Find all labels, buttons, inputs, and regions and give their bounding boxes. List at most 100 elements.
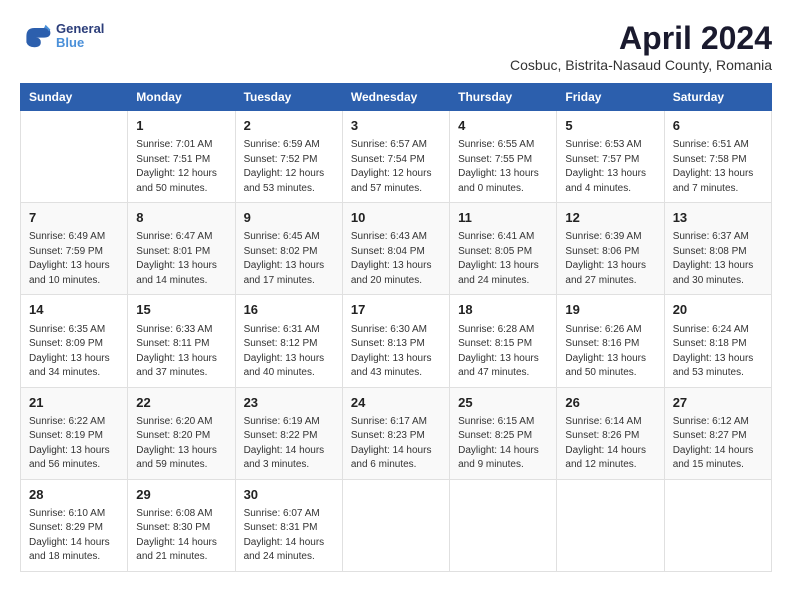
calendar-cell: 6 Sunrise: 6:51 AM Sunset: 7:58 PM Daylig… bbox=[664, 111, 771, 203]
calendar-cell: 26 Sunrise: 6:14 AM Sunset: 8:26 PM Dayli… bbox=[557, 387, 664, 479]
calendar-cell: 23Sunrise: 6:19 AM Sunset: 8:22 PM Dayli… bbox=[235, 387, 342, 479]
calendar-cell: 16 Sunrise: 6:31 AM Sunset: 8:12 PM Dayli… bbox=[235, 295, 342, 387]
day-number: 19 bbox=[565, 301, 655, 319]
day-info: Sunrise: 6:43 AM Sunset: 8:04 PM Dayligh… bbox=[351, 230, 441, 288]
day-number: 8 bbox=[136, 209, 226, 227]
day-info: Sunrise: 6:22 AM Sunset: 8:19 PM Dayligh… bbox=[29, 415, 119, 473]
column-header-friday: Friday bbox=[557, 84, 664, 111]
day-number: 6 bbox=[673, 117, 763, 135]
logo-line2: Blue bbox=[56, 36, 104, 50]
calendar-cell: 4 Sunrise: 6:55 AM Sunset: 7:55 PM Daylig… bbox=[450, 111, 557, 203]
day-number: 20 bbox=[673, 301, 763, 319]
day-number: 11 bbox=[458, 209, 548, 227]
column-header-monday: Monday bbox=[128, 84, 235, 111]
day-info: Sunrise: 6:41 AM Sunset: 8:05 PM Dayligh… bbox=[458, 230, 548, 288]
day-number: 22 bbox=[136, 394, 226, 412]
day-number: 5 bbox=[565, 117, 655, 135]
column-header-sunday: Sunday bbox=[21, 84, 128, 111]
day-info: Sunrise: 6:45 AM Sunset: 8:02 PM Dayligh… bbox=[244, 230, 334, 288]
day-number: 13 bbox=[673, 209, 763, 227]
calendar-cell: 27 Sunrise: 6:12 AM Sunset: 8:27 PM Dayli… bbox=[664, 387, 771, 479]
day-info: Sunrise: 7:01 AM Sunset: 7:51 PM Dayligh… bbox=[136, 138, 226, 196]
calendar-cell: 5 Sunrise: 6:53 AM Sunset: 7:57 PM Daylig… bbox=[557, 111, 664, 203]
logo: General Blue bbox=[20, 20, 104, 52]
calendar-table: SundayMondayTuesdayWednesdayThursdayFrid… bbox=[20, 83, 772, 572]
day-info: Sunrise: 6:53 AM Sunset: 7:57 PM Dayligh… bbox=[565, 138, 655, 196]
calendar-cell bbox=[664, 479, 771, 571]
day-number: 15 bbox=[136, 301, 226, 319]
column-header-tuesday: Tuesday bbox=[235, 84, 342, 111]
calendar-cell: 21 Sunrise: 6:22 AM Sunset: 8:19 PM Dayli… bbox=[21, 387, 128, 479]
day-info: Sunrise: 6:07 AM Sunset: 8:31 PM Dayligh… bbox=[244, 507, 334, 565]
calendar-week-row: 7 Sunrise: 6:49 AM Sunset: 7:59 PM Daylig… bbox=[21, 203, 772, 295]
day-info: Sunrise: 6:12 AM Sunset: 8:27 PM Dayligh… bbox=[673, 415, 763, 473]
day-number: 16 bbox=[244, 301, 334, 319]
day-info: Sunrise: 6:47 AM Sunset: 8:01 PM Dayligh… bbox=[136, 230, 226, 288]
day-number: 1 bbox=[136, 117, 226, 135]
logo-line1: General bbox=[56, 22, 104, 36]
calendar-week-row: 14Sunrise: 6:35 AM Sunset: 8:09 PM Dayli… bbox=[21, 295, 772, 387]
calendar-cell: 12Sunrise: 6:39 AM Sunset: 8:06 PM Dayli… bbox=[557, 203, 664, 295]
month-title: April 2024 bbox=[510, 20, 772, 57]
calendar-cell: 25Sunrise: 6:15 AM Sunset: 8:25 PM Dayli… bbox=[450, 387, 557, 479]
calendar-cell: 22 Sunrise: 6:20 AM Sunset: 8:20 PM Dayli… bbox=[128, 387, 235, 479]
day-info: Sunrise: 6:20 AM Sunset: 8:20 PM Dayligh… bbox=[136, 415, 226, 473]
day-number: 9 bbox=[244, 209, 334, 227]
calendar-cell: 8 Sunrise: 6:47 AM Sunset: 8:01 PM Daylig… bbox=[128, 203, 235, 295]
title-area: April 2024 Cosbuc, Bistrita-Nasaud Count… bbox=[510, 20, 772, 73]
calendar-cell: 13Sunrise: 6:37 AM Sunset: 8:08 PM Dayli… bbox=[664, 203, 771, 295]
calendar-cell bbox=[21, 111, 128, 203]
logo-text: General Blue bbox=[56, 22, 104, 51]
column-header-wednesday: Wednesday bbox=[342, 84, 449, 111]
calendar-cell: 30 Sunrise: 6:07 AM Sunset: 8:31 PM Dayli… bbox=[235, 479, 342, 571]
day-number: 26 bbox=[565, 394, 655, 412]
day-number: 12 bbox=[565, 209, 655, 227]
calendar-cell: 3Sunrise: 6:57 AM Sunset: 7:54 PM Daylig… bbox=[342, 111, 449, 203]
calendar-week-row: 1 Sunrise: 7:01 AM Sunset: 7:51 PM Daylig… bbox=[21, 111, 772, 203]
calendar-cell: 18 Sunrise: 6:28 AM Sunset: 8:15 PM Dayli… bbox=[450, 295, 557, 387]
day-info: Sunrise: 6:31 AM Sunset: 8:12 PM Dayligh… bbox=[244, 323, 334, 381]
day-info: Sunrise: 6:24 AM Sunset: 8:18 PM Dayligh… bbox=[673, 323, 763, 381]
calendar-cell: 20 Sunrise: 6:24 AM Sunset: 8:18 PM Dayli… bbox=[664, 295, 771, 387]
calendar-cell: 14Sunrise: 6:35 AM Sunset: 8:09 PM Dayli… bbox=[21, 295, 128, 387]
day-info: Sunrise: 6:51 AM Sunset: 7:58 PM Dayligh… bbox=[673, 138, 763, 196]
day-info: Sunrise: 6:28 AM Sunset: 8:15 PM Dayligh… bbox=[458, 323, 548, 381]
day-info: Sunrise: 6:15 AM Sunset: 8:25 PM Dayligh… bbox=[458, 415, 548, 473]
day-info: Sunrise: 6:10 AM Sunset: 8:29 PM Dayligh… bbox=[29, 507, 119, 565]
calendar-cell: 28 Sunrise: 6:10 AM Sunset: 8:29 PM Dayli… bbox=[21, 479, 128, 571]
day-number: 27 bbox=[673, 394, 763, 412]
day-info: Sunrise: 6:35 AM Sunset: 8:09 PM Dayligh… bbox=[29, 323, 119, 381]
day-info: Sunrise: 6:19 AM Sunset: 8:22 PM Dayligh… bbox=[244, 415, 334, 473]
day-number: 17 bbox=[351, 301, 441, 319]
day-number: 21 bbox=[29, 394, 119, 412]
column-header-saturday: Saturday bbox=[664, 84, 771, 111]
day-number: 2 bbox=[244, 117, 334, 135]
day-number: 18 bbox=[458, 301, 548, 319]
calendar-cell: 1 Sunrise: 7:01 AM Sunset: 7:51 PM Daylig… bbox=[128, 111, 235, 203]
day-info: Sunrise: 6:59 AM Sunset: 7:52 PM Dayligh… bbox=[244, 138, 334, 196]
day-number: 24 bbox=[351, 394, 441, 412]
day-number: 4 bbox=[458, 117, 548, 135]
calendar-cell: 19Sunrise: 6:26 AM Sunset: 8:16 PM Dayli… bbox=[557, 295, 664, 387]
calendar-cell: 17Sunrise: 6:30 AM Sunset: 8:13 PM Dayli… bbox=[342, 295, 449, 387]
day-number: 10 bbox=[351, 209, 441, 227]
calendar-week-row: 21 Sunrise: 6:22 AM Sunset: 8:19 PM Dayli… bbox=[21, 387, 772, 479]
day-number: 28 bbox=[29, 486, 119, 504]
day-info: Sunrise: 6:08 AM Sunset: 8:30 PM Dayligh… bbox=[136, 507, 226, 565]
day-number: 29 bbox=[136, 486, 226, 504]
calendar-week-row: 28 Sunrise: 6:10 AM Sunset: 8:29 PM Dayli… bbox=[21, 479, 772, 571]
day-info: Sunrise: 6:49 AM Sunset: 7:59 PM Dayligh… bbox=[29, 230, 119, 288]
column-header-thursday: Thursday bbox=[450, 84, 557, 111]
day-info: Sunrise: 6:14 AM Sunset: 8:26 PM Dayligh… bbox=[565, 415, 655, 473]
calendar-cell: 2 Sunrise: 6:59 AM Sunset: 7:52 PM Daylig… bbox=[235, 111, 342, 203]
subtitle: Cosbuc, Bistrita-Nasaud County, Romania bbox=[510, 57, 772, 73]
calendar-cell: 24Sunrise: 6:17 AM Sunset: 8:23 PM Dayli… bbox=[342, 387, 449, 479]
calendar-cell bbox=[557, 479, 664, 571]
day-info: Sunrise: 6:55 AM Sunset: 7:55 PM Dayligh… bbox=[458, 138, 548, 196]
calendar-cell bbox=[450, 479, 557, 571]
calendar-cell: 10 Sunrise: 6:43 AM Sunset: 8:04 PM Dayli… bbox=[342, 203, 449, 295]
day-number: 7 bbox=[29, 209, 119, 227]
day-number: 3 bbox=[351, 117, 441, 135]
calendar-cell: 15Sunrise: 6:33 AM Sunset: 8:11 PM Dayli… bbox=[128, 295, 235, 387]
day-number: 30 bbox=[244, 486, 334, 504]
